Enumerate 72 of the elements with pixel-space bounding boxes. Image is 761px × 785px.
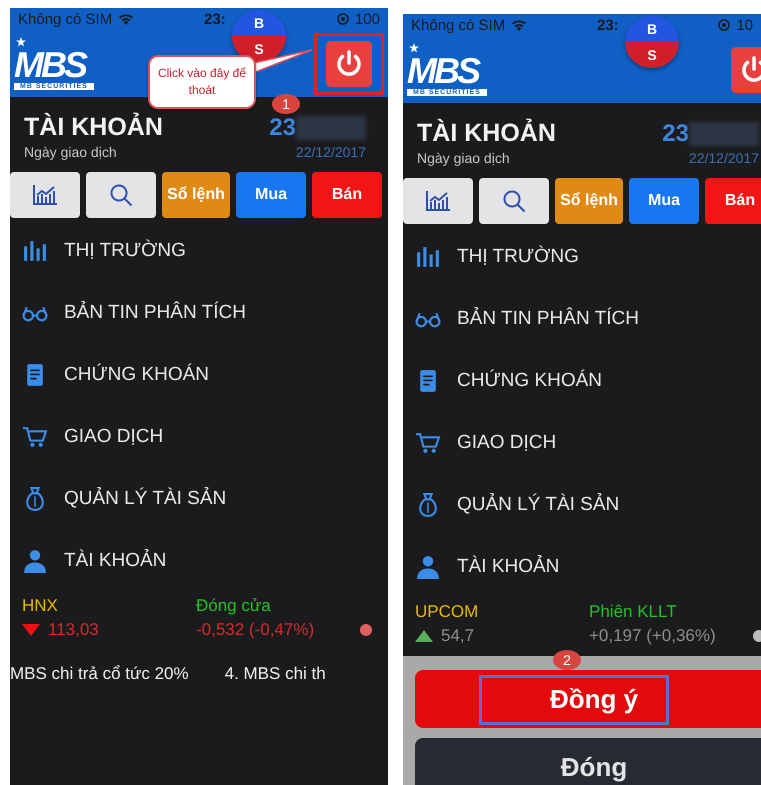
- index-value: 113,03: [48, 620, 100, 640]
- status-dot: [360, 624, 372, 636]
- menu-item[interactable]: BẢN TIN PHÂN TÍCH: [10, 282, 388, 344]
- index-name: HNX: [22, 596, 59, 616]
- person-icon: [22, 548, 48, 574]
- account-number: 23: [662, 120, 689, 148]
- trading-date-label: Ngày giao dịch: [417, 150, 511, 166]
- menu-item[interactable]: GIAO DỊCH: [403, 412, 761, 474]
- star-icon: [409, 43, 419, 53]
- carrier-label: Không có SIM: [411, 16, 506, 34]
- buy-button[interactable]: Mua: [236, 172, 306, 218]
- cart-icon: [415, 430, 441, 456]
- step-badge: 1: [272, 94, 300, 114]
- menu-item[interactable]: TÀI KHOẢN: [10, 530, 388, 592]
- rotation-lock-icon: [336, 13, 349, 25]
- news-headline[interactable]: MBS chi trả cổ tức 20%: [10, 664, 189, 684]
- power-button[interactable]: [326, 40, 372, 86]
- person-icon: [415, 554, 441, 580]
- index-name: UPCOM: [415, 602, 480, 622]
- logo-wordmark: MBS: [407, 53, 478, 89]
- star-icon: [16, 37, 26, 47]
- account-number: 23: [269, 114, 296, 142]
- session-status: Phiên KLLT: [589, 602, 678, 622]
- logo-wordmark: MBS: [14, 47, 85, 83]
- cart-icon: [22, 424, 48, 450]
- carrier-label: Không có SIM: [18, 10, 112, 28]
- index-change: -0,532 (-0,47%): [196, 620, 316, 640]
- rotation-lock-icon: [718, 19, 730, 31]
- menu-item[interactable]: QUẢN LÝ TÀI SẢN: [10, 468, 388, 530]
- confirm-button[interactable]: Đồng ý: [415, 670, 761, 728]
- index-value: 54,7: [441, 626, 476, 646]
- trading-date: 22/12/2017: [688, 150, 759, 166]
- chart-button[interactable]: [10, 172, 80, 218]
- battery-percent: 10: [736, 16, 753, 34]
- search-icon: [502, 189, 526, 213]
- menu-item[interactable]: CHỨNG KHOÁN: [10, 344, 388, 406]
- session-status: Đóng cửa: [196, 596, 272, 616]
- blurred-block: [689, 122, 759, 146]
- bar-chart-icon: [425, 190, 451, 212]
- bar-chart-icon: [415, 244, 441, 270]
- account-title: TÀI KHOẢN: [24, 113, 164, 142]
- clock-time: 23:: [597, 16, 619, 34]
- menu-item[interactable]: GIAO DỊCH: [10, 406, 388, 468]
- chart-button[interactable]: [403, 178, 473, 224]
- search-icon: [109, 183, 133, 207]
- news-headline[interactable]: 4. MBS chi th: [224, 664, 326, 684]
- menu-item[interactable]: THỊ TRƯỜNG: [403, 226, 761, 288]
- menu-item[interactable]: QUẢN LÝ TÀI SẢN: [403, 474, 761, 536]
- menu-item[interactable]: THỊ TRƯỜNG: [10, 220, 388, 282]
- sell-button[interactable]: Bán: [312, 172, 382, 218]
- account-title: TÀI KHOẢN: [417, 119, 557, 148]
- trading-date-label: Ngày giao dịch: [24, 144, 118, 160]
- menu-item[interactable]: CHỨNG KHOÁN: [403, 350, 761, 412]
- menu-item[interactable]: TÀI KHOẢN: [403, 536, 761, 598]
- battery-percent: 100: [354, 10, 380, 28]
- callout-note: Click vào đây để thoát: [148, 55, 256, 109]
- step-badge: 2: [553, 650, 581, 670]
- buy-button[interactable]: Mua: [629, 178, 699, 224]
- trading-date: 22/12/2017: [294, 144, 366, 160]
- bar-chart-icon: [22, 238, 48, 264]
- bar-chart-icon: [32, 184, 58, 206]
- search-button[interactable]: [479, 178, 549, 224]
- clock-time: 23:: [204, 10, 226, 28]
- close-button[interactable]: Đóng: [415, 738, 761, 785]
- sell-button[interactable]: Bán: [705, 178, 761, 224]
- search-button[interactable]: [86, 172, 156, 218]
- wifi-icon: [118, 13, 134, 25]
- power-icon: [739, 54, 761, 84]
- wifi-icon: [511, 19, 528, 31]
- index-change: +0,197 (+0,36%): [589, 626, 717, 646]
- blurred-block: [296, 116, 366, 140]
- menu-item[interactable]: BẢN TIN PHÂN TÍCH: [403, 288, 761, 350]
